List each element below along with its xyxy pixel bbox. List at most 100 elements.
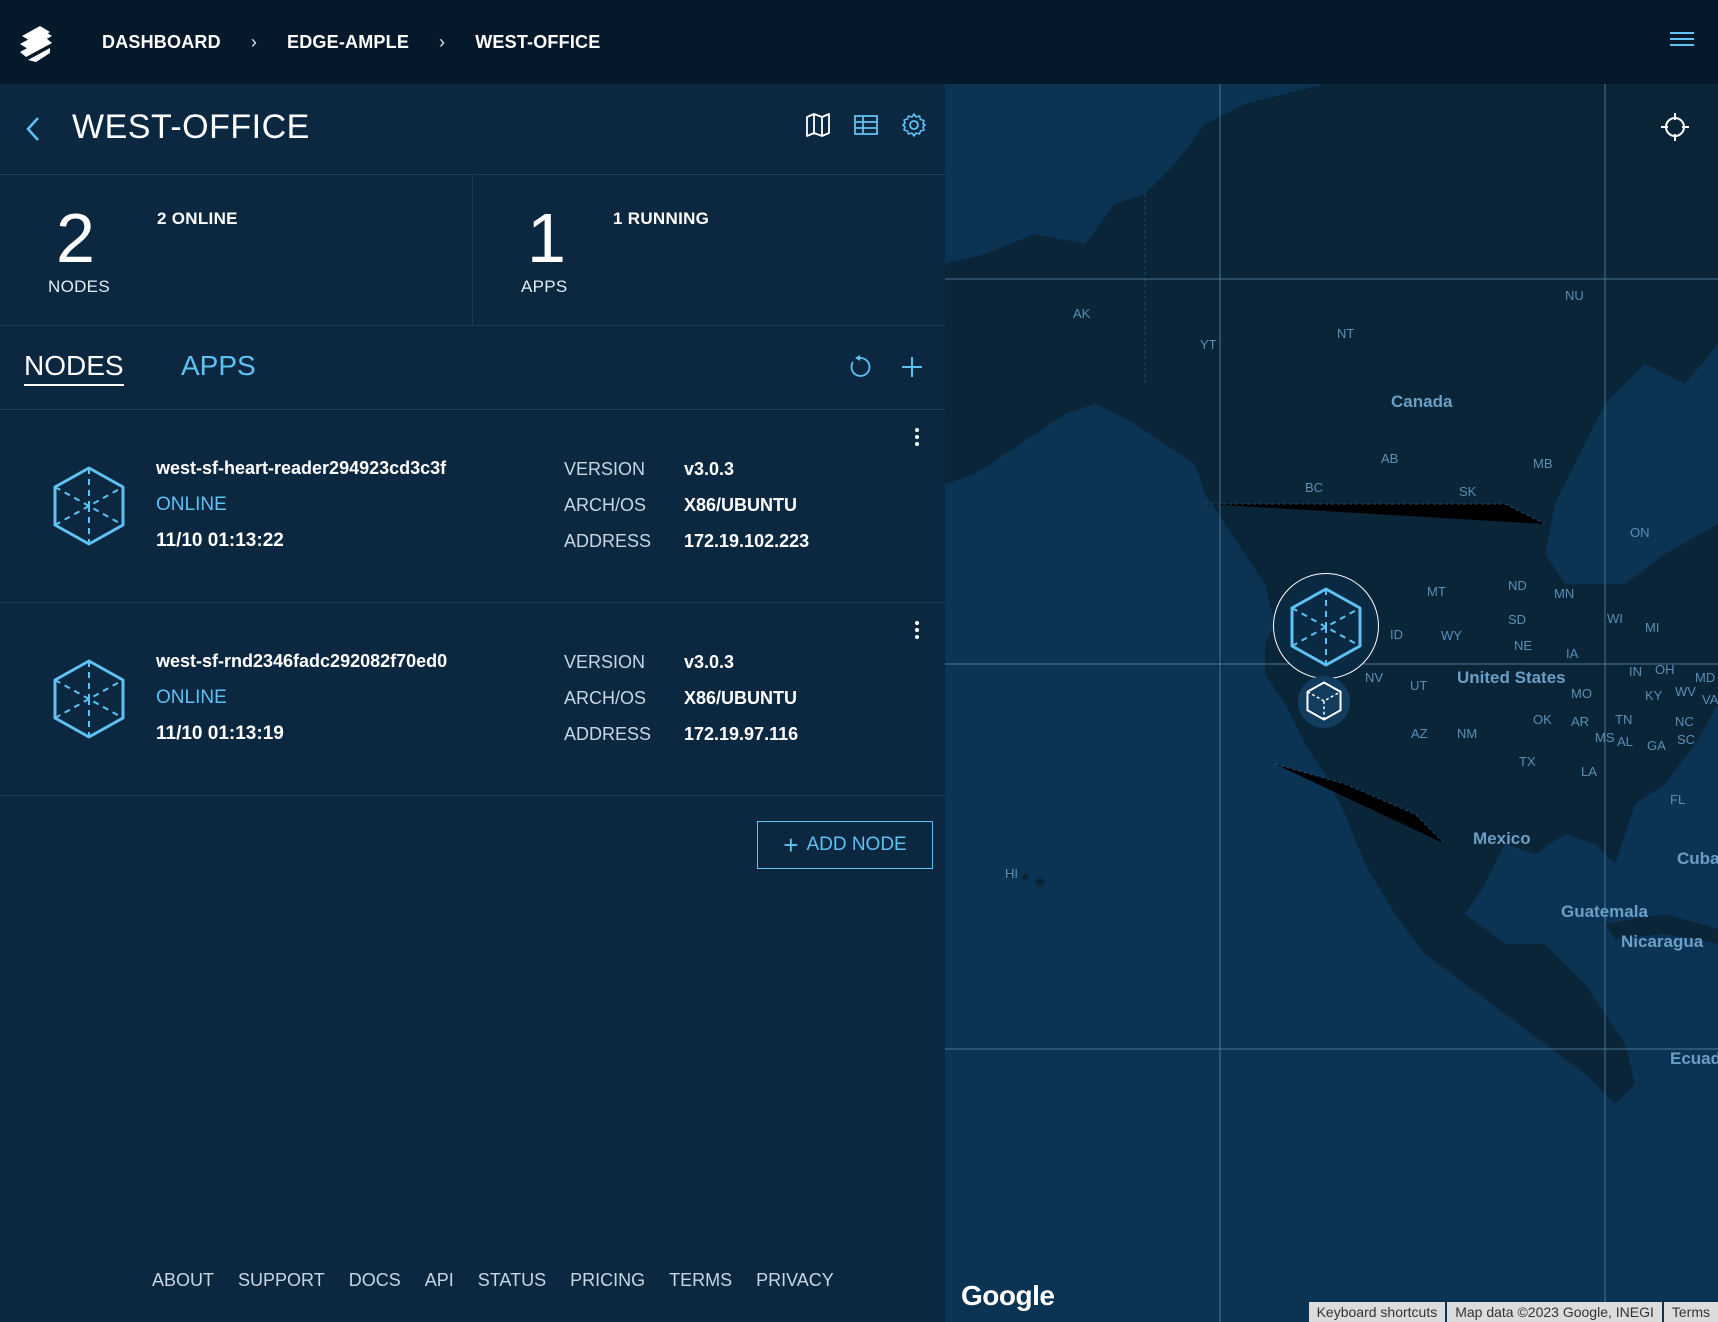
view-toggle — [805, 112, 927, 138]
map-label-nc: NC — [1675, 714, 1694, 729]
map-label-hi: HI — [1005, 866, 1018, 881]
map-label-id: ID — [1390, 627, 1403, 642]
address-label: ADDRESS — [564, 531, 652, 551]
map-label-ia: IA — [1566, 646, 1579, 661]
table-icon[interactable] — [853, 112, 879, 138]
map-label-nm: NM — [1457, 726, 1478, 741]
cube-icon — [53, 659, 125, 739]
back-arrow-icon[interactable] — [22, 114, 46, 144]
footer-about[interactable]: ABOUT — [152, 1270, 214, 1291]
nodes-label: NODES — [48, 277, 110, 296]
version-value: v3.0.3 — [684, 459, 735, 479]
breadcrumb-west-office[interactable]: WEST-OFFICE — [475, 32, 600, 53]
map-label-ga: GA — [1647, 738, 1666, 753]
chevron-right-icon: › — [439, 31, 446, 52]
footer-pricing[interactable]: PRICING — [570, 1270, 645, 1291]
map-label-oh: OH — [1655, 662, 1675, 677]
keyboard-shortcuts-link[interactable]: Keyboard shortcuts — [1308, 1302, 1446, 1322]
footer-terms[interactable]: TERMS — [669, 1270, 732, 1291]
map-label-nv: NV — [1365, 670, 1384, 685]
map-icon[interactable] — [805, 112, 831, 138]
plus-icon[interactable] — [899, 354, 925, 380]
title-bar: WEST-OFFICE — [0, 84, 945, 175]
tab-actions — [847, 354, 925, 380]
node-row[interactable]: west-sf-rnd2346fadc292082f70ed0 ONLINE 1… — [0, 603, 945, 796]
plus-icon: + — [783, 830, 799, 860]
add-node-label: ADD NODE — [806, 834, 907, 855]
gear-icon[interactable] — [901, 112, 927, 138]
map-view[interactable]: Canada United States Mexico Cuba Guatema… — [945, 84, 1718, 1322]
tab-nodes[interactable]: NODES — [24, 350, 124, 386]
map-terms-link[interactable]: Terms — [1663, 1302, 1718, 1322]
map-label-va: VA — [1702, 692, 1718, 707]
map-label-ut: UT — [1410, 678, 1428, 693]
map-label-on: ON — [1630, 525, 1650, 540]
map-label-ne: NE — [1514, 638, 1533, 653]
google-logo[interactable]: Google — [961, 1280, 1055, 1312]
tab-bar: NODES APPS — [0, 326, 945, 410]
map-label-mt: MT — [1427, 584, 1446, 599]
map-label-guatemala: Guatemala — [1561, 902, 1648, 921]
node-cluster-marker[interactable] — [1273, 573, 1379, 679]
left-panel: WEST-OFFICE 2 NODES 2 ONLINE 1 APPS 1 RU… — [0, 84, 945, 1322]
arch-label: ARCH/OS — [564, 688, 647, 708]
crosshair-icon[interactable] — [1660, 112, 1690, 142]
address-value: 172.19.97.116 — [684, 724, 799, 744]
map-label-mn: MN — [1554, 586, 1575, 601]
map-label-wv: WV — [1675, 684, 1696, 699]
breadcrumb-dashboard[interactable]: DASHBOARD — [102, 32, 221, 53]
map-label-yt: YT — [1200, 337, 1217, 352]
map-label-ar: AR — [1571, 714, 1590, 729]
node-status: ONLINE — [156, 494, 227, 515]
more-options-icon[interactable] — [913, 428, 921, 450]
footer-api[interactable]: API — [425, 1270, 454, 1291]
map-label-ok: OK — [1533, 712, 1552, 727]
nodes-stat[interactable]: 2 NODES 2 ONLINE — [0, 175, 472, 326]
arch-value: X86/UBUNTU — [684, 495, 798, 515]
map-label-sc: SC — [1677, 732, 1696, 747]
logo-icon[interactable] — [16, 22, 56, 66]
apps-label: APPS — [521, 277, 568, 296]
map-label-la: LA — [1581, 764, 1597, 779]
more-options-icon[interactable] — [913, 621, 921, 643]
map-label-al: AL — [1617, 734, 1633, 749]
nodes-count: 2 — [56, 199, 95, 277]
map-label-ky: KY — [1645, 688, 1663, 703]
page-title: WEST-OFFICE — [72, 108, 310, 146]
breadcrumb-edge-ample[interactable]: EDGE-AMPLE — [287, 32, 409, 53]
map-label-ecuador: Ecuad — [1670, 1049, 1718, 1068]
map-label-nd: ND — [1508, 578, 1527, 593]
map-label-tn: TN — [1615, 712, 1633, 727]
apps-stat[interactable]: 1 APPS 1 RUNNING — [472, 175, 944, 326]
cube-icon — [53, 466, 125, 546]
map-label-mb: MB — [1533, 456, 1553, 471]
map-label-us: United States — [1457, 668, 1566, 687]
map-label-nt: NT — [1337, 326, 1355, 341]
map-label-md: MD — [1695, 670, 1716, 685]
map-attribution: Keyboard shortcuts Map data ©2023 Google… — [1308, 1302, 1718, 1322]
map-label-canada: Canada — [1391, 392, 1453, 411]
map-label-wi: WI — [1607, 611, 1623, 626]
footer-support[interactable]: SUPPORT — [238, 1270, 325, 1291]
node-row[interactable]: west-sf-heart-reader294923cd3c3f ONLINE … — [0, 410, 945, 603]
address-value: 172.19.102.223 — [684, 531, 810, 551]
map-label-ab: AB — [1381, 451, 1399, 466]
node-name[interactable]: west-sf-rnd2346fadc292082f70ed0 — [156, 651, 447, 672]
map-label-in: IN — [1629, 664, 1642, 679]
map-label-tx: TX — [1519, 754, 1536, 769]
version-label: VERSION — [564, 652, 646, 672]
add-node-button[interactable]: + ADD NODE — [757, 821, 933, 869]
footer-docs[interactable]: DOCS — [349, 1270, 401, 1291]
footer-status[interactable]: STATUS — [478, 1270, 546, 1291]
footer-privacy[interactable]: PRIVACY — [756, 1270, 834, 1291]
map-label-nicaragua: Nicaragua — [1621, 932, 1704, 951]
arch-label: ARCH/OS — [564, 495, 647, 515]
map-label-sd: SD — [1508, 612, 1527, 627]
tab-apps[interactable]: APPS — [181, 350, 256, 382]
node-status: ONLINE — [156, 687, 227, 708]
refresh-icon[interactable] — [847, 354, 873, 380]
menu-icon[interactable] — [1670, 32, 1694, 50]
node-marker[interactable] — [1298, 676, 1350, 728]
map-label-sk: SK — [1459, 484, 1477, 499]
node-name[interactable]: west-sf-heart-reader294923cd3c3f — [156, 458, 446, 479]
